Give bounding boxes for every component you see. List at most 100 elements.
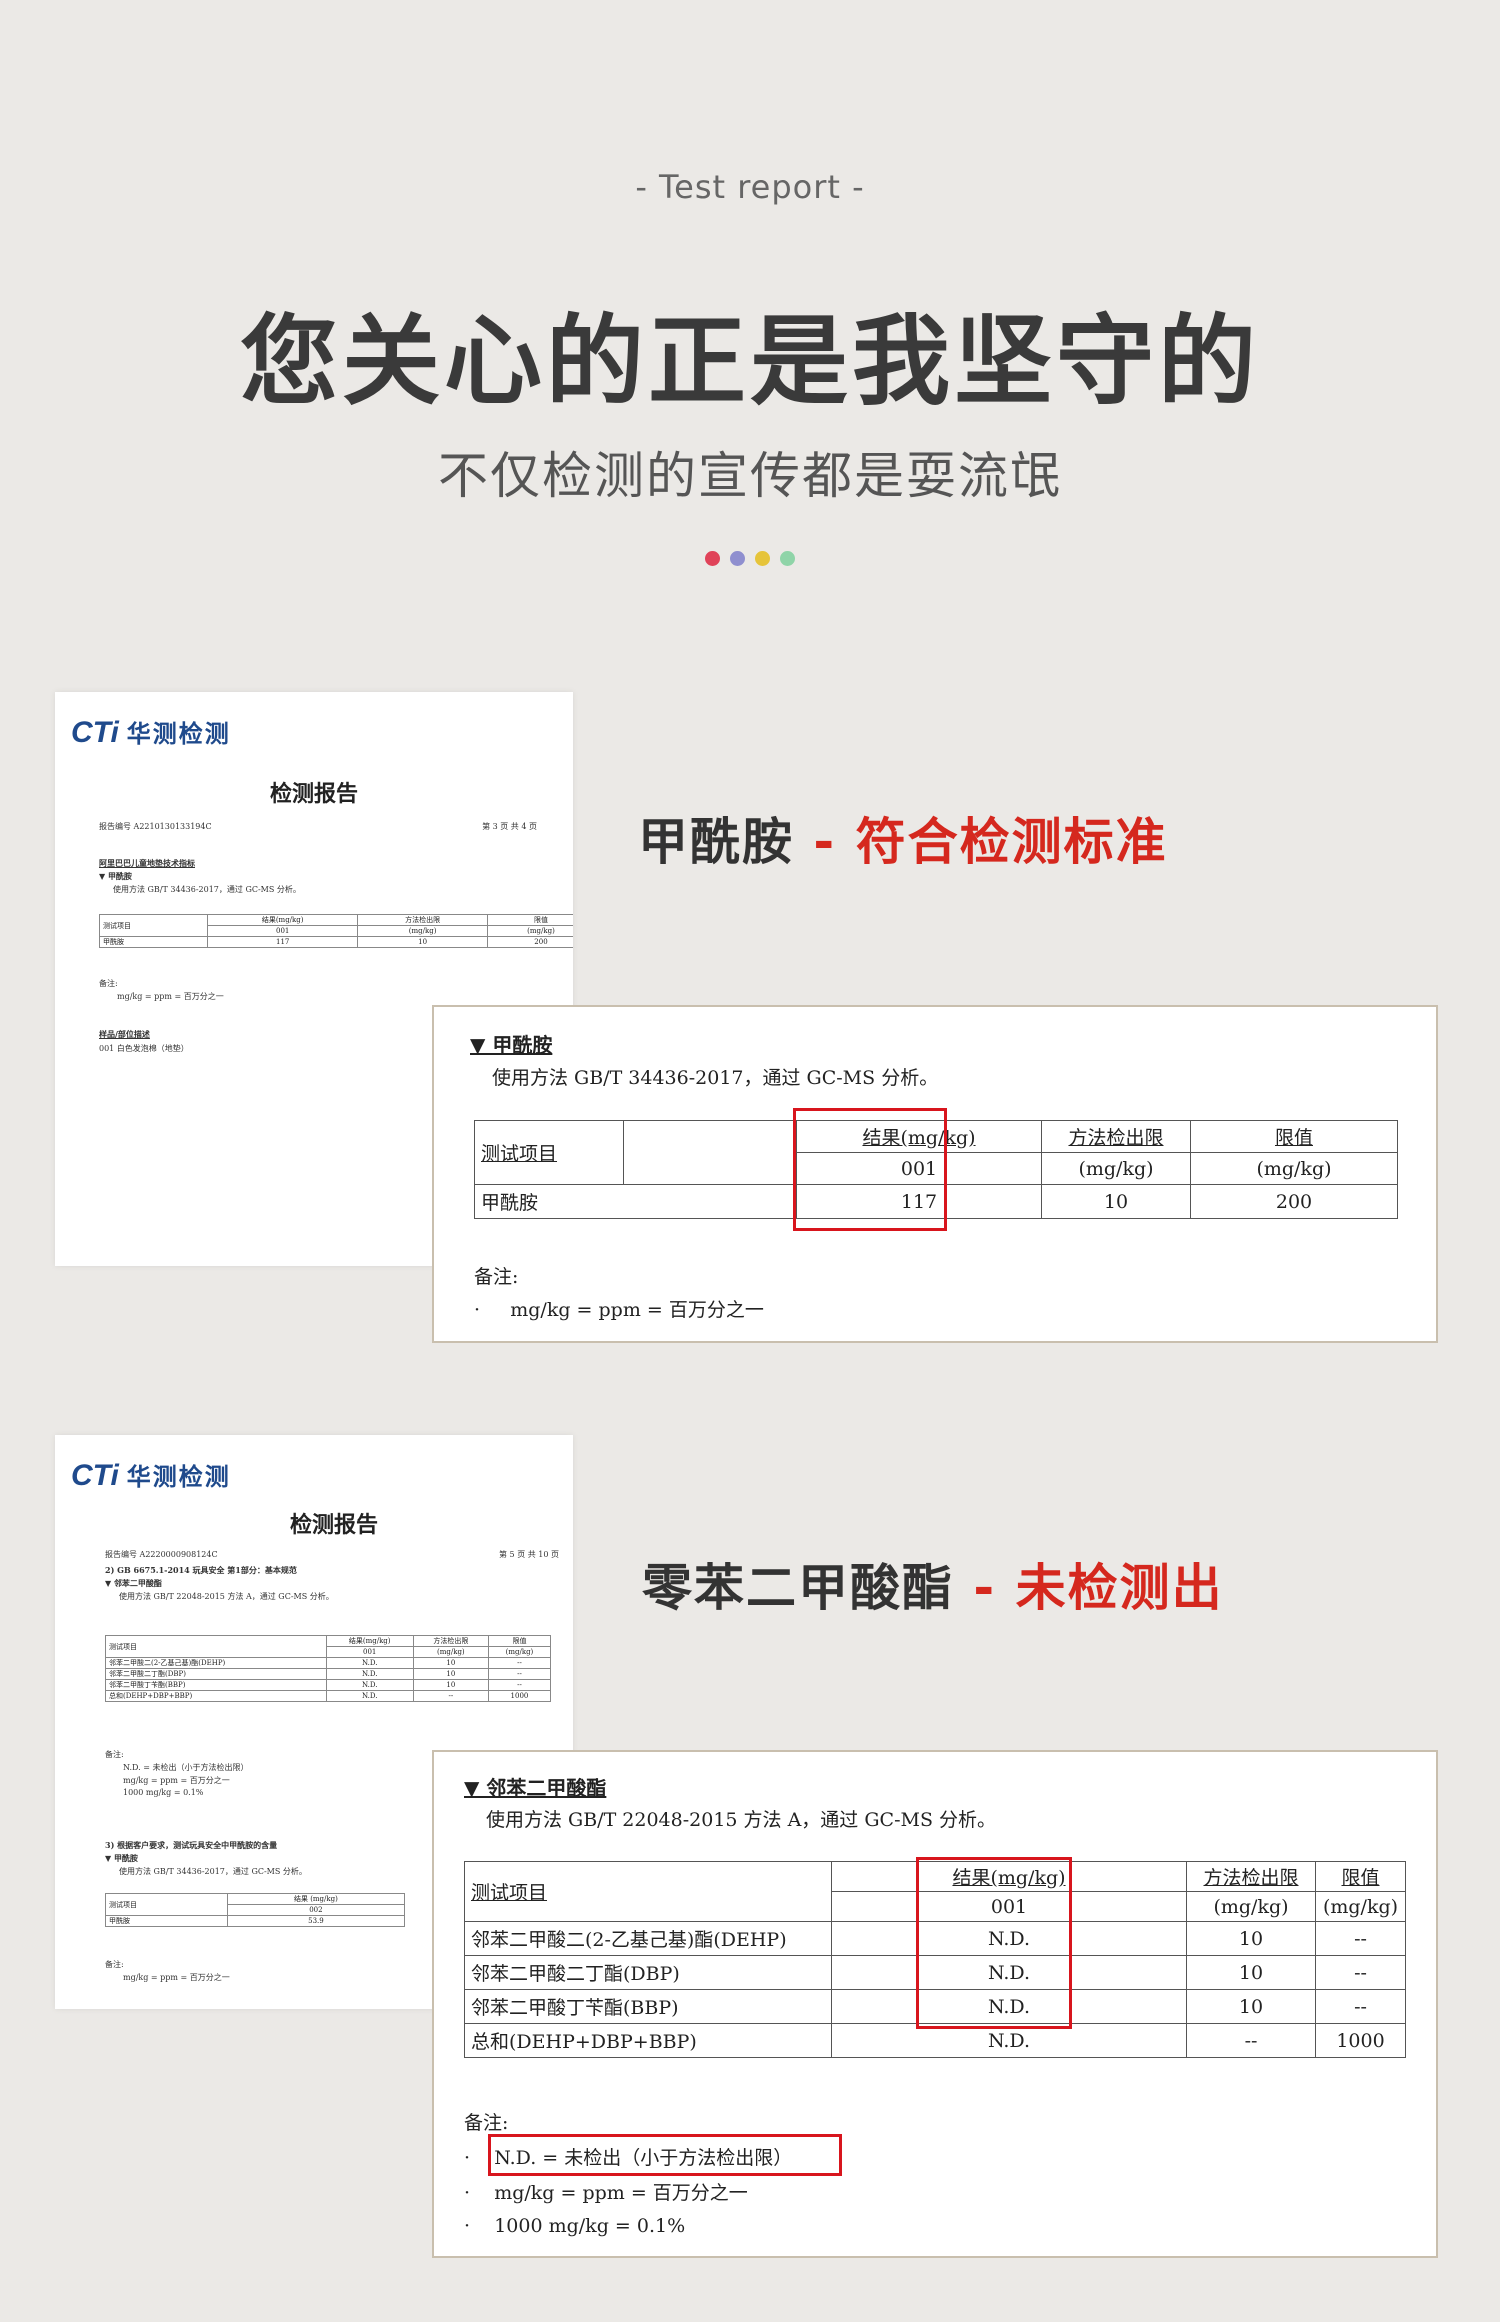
- row-item: 邻苯二甲酸二丁酯(DBP): [464, 1955, 832, 1990]
- note-label: 备注:: [105, 1750, 124, 1759]
- row-item: 甲酰胺: [474, 1184, 797, 1219]
- headline: 您关心的正是我坚守的: [239, 305, 1260, 419]
- header-mdl: 方法检出限: [1186, 1861, 1316, 1892]
- note-text: 1000 mg/kg = 0.1%: [494, 2215, 686, 2237]
- zoom-method: 使用方法 GB/T 22048-2015 方法 A，通过 GC-MS 分析。: [486, 1809, 996, 1831]
- note-line: · 1000 mg/kg = 0.1%: [464, 2215, 686, 2237]
- note-label: 备注:: [464, 2112, 509, 2134]
- logo-mark: CTi: [71, 716, 119, 749]
- cell: 001: [207, 925, 359, 937]
- note-line-2: mg/kg = ppm = 百万分之一: [123, 1973, 230, 1982]
- header-mdl-unit: (mg/kg): [1186, 1891, 1316, 1922]
- header-limit-unit: (mg/kg): [1315, 1891, 1406, 1922]
- dot-green: [780, 551, 795, 566]
- cell: 测试项目: [105, 1893, 228, 1916]
- substance-heading: ▼ 甲酰胺: [99, 871, 132, 881]
- zoom-method: 使用方法 GB/T 34436-2017，通过 GC-MS 分析。: [492, 1067, 939, 1089]
- cell: 10: [357, 936, 488, 948]
- note-line: · mg/kg = ppm = 百万分之一: [464, 2182, 748, 2204]
- cell: 总和(DEHP+DBP+BBP): [105, 1690, 327, 1702]
- cti-logo: CTi 华测检测: [71, 1457, 231, 1493]
- cell: 方法检出限: [357, 914, 488, 926]
- cell: 结果(mg/kg): [325, 1635, 414, 1647]
- cell: (mg/kg): [412, 1646, 489, 1658]
- dot-yellow: [755, 551, 770, 566]
- note-line: · mg/kg = ppm = 百万分之一: [474, 1299, 764, 1321]
- note-line: mg/kg = ppm = 百万分之一: [123, 1776, 230, 1785]
- page-number: 第 5 页 共 10 页: [499, 1550, 559, 1559]
- cell: 结果 (mg/kg): [226, 1893, 406, 1905]
- cell: 10: [412, 1668, 489, 1680]
- cell: N.D.: [325, 1679, 414, 1691]
- zoom-card-formamide: ▼ 甲酰胺 使用方法 GB/T 34436-2017，通过 GC-MS 分析。 …: [432, 1005, 1438, 1343]
- cell: N.D.: [325, 1657, 414, 1669]
- nd-highlight-box: [488, 2134, 842, 2176]
- cell: 邻苯二甲酸丁苄酯(BBP): [105, 1679, 327, 1691]
- cell: 53.9: [226, 1915, 406, 1927]
- header-mdl: 方法检出限: [1041, 1120, 1191, 1153]
- row-mdl: 10: [1186, 1989, 1316, 2024]
- cell: 结果(mg/kg): [207, 914, 359, 926]
- row-limit: 200: [1190, 1184, 1398, 1219]
- note-label: 备注:: [99, 979, 118, 988]
- cell: (mg/kg): [487, 1646, 552, 1658]
- header-limit-unit: (mg/kg): [1190, 1152, 1398, 1185]
- header-test-item: 测试项目: [464, 1861, 832, 1922]
- note-text: mg/kg = ppm = 百万分之一: [494, 2182, 748, 2204]
- substance-name: 甲酰胺: [638, 813, 794, 871]
- subheadline: 不仅检测的宣传都是耍流氓: [438, 447, 1062, 505]
- cell: 200: [486, 936, 573, 948]
- header-mdl-unit: (mg/kg): [1041, 1152, 1191, 1185]
- cell: 邻苯二甲酸二丁酯(DBP): [105, 1668, 327, 1680]
- page-number: 第 3 页 共 4 页: [482, 822, 537, 831]
- header-limit: 限值: [1315, 1861, 1406, 1892]
- row-limit: --: [1315, 1955, 1406, 1990]
- cell: (mg/kg): [357, 925, 488, 937]
- row-limit: --: [1315, 1921, 1406, 1956]
- cell: 甲酰胺: [98, 936, 209, 948]
- method-line-2: 使用方法 GB/T 34436-2017，通过 GC-MS 分析。: [119, 1867, 307, 1876]
- row-limit: --: [1315, 1989, 1406, 2024]
- verdict: - 符合检测标准: [794, 813, 1168, 871]
- logo-name: 华测检测: [126, 720, 231, 748]
- cell: N.D.: [325, 1690, 414, 1702]
- report-title: 检测报告: [269, 781, 358, 807]
- note-label: 备注:: [474, 1266, 519, 1288]
- report-number: 报告编号 A2210130133194C: [99, 822, 212, 831]
- cell: 10: [412, 1657, 489, 1669]
- spec-title: 阿里巴巴儿童地垫技术指标: [99, 858, 195, 868]
- substance-heading-2: ▼ 甲酰胺: [105, 1853, 138, 1863]
- section2-title: 零苯二甲酸酯 - 未检测出: [642, 1548, 1224, 1620]
- note-line: N.D. = 未检出（小于方法检出限）: [123, 1763, 249, 1772]
- spec-title: 2) GB 6675.1-2014 玩具安全 第1部分：基本规范: [105, 1565, 297, 1575]
- result-highlight-box: [793, 1108, 947, 1231]
- cell: --: [487, 1668, 552, 1680]
- mini-result-table-2: 测试项目 结果 (mg/kg) 002 甲酰胺 53.9: [105, 1893, 406, 1927]
- row-mdl: 10: [1041, 1184, 1191, 1219]
- cell: 001: [325, 1646, 414, 1658]
- row-mdl: --: [1186, 2023, 1316, 2058]
- cell: 测试项目: [98, 914, 209, 937]
- zoom-heading: ▼ 邻苯二甲酸酯: [464, 1776, 607, 1800]
- note-line: 1000 mg/kg = 0.1%: [123, 1788, 204, 1797]
- verdict: - 未检测出: [954, 1559, 1224, 1617]
- cell: --: [412, 1690, 489, 1702]
- cell: --: [487, 1657, 552, 1669]
- eyebrow-label: - Test report -: [635, 168, 865, 206]
- zoom-heading: ▼ 甲酰胺: [470, 1033, 553, 1057]
- cell: N.D.: [325, 1668, 414, 1680]
- header-test-item: 测试项目: [474, 1120, 624, 1185]
- note-line: mg/kg = ppm = 百万分之一: [117, 992, 224, 1001]
- row-item: 总和(DEHP+DBP+BBP): [464, 2023, 832, 2058]
- sample-heading: 样品/部位描述: [99, 1029, 150, 1039]
- cell: 10: [412, 1679, 489, 1691]
- cell: 方法检出限: [412, 1635, 489, 1647]
- row-mdl: 10: [1186, 1955, 1316, 1990]
- cell: --: [487, 1679, 552, 1691]
- cell: (mg/kg): [486, 925, 573, 937]
- logo-name: 华测检测: [126, 1463, 231, 1491]
- row-item: 邻苯二甲酸二(2-乙基己基)酯(DEHP): [464, 1921, 832, 1956]
- row-limit: 1000: [1315, 2023, 1406, 2058]
- dot-purple: [730, 551, 745, 566]
- result-highlight-box: [916, 1857, 1072, 2029]
